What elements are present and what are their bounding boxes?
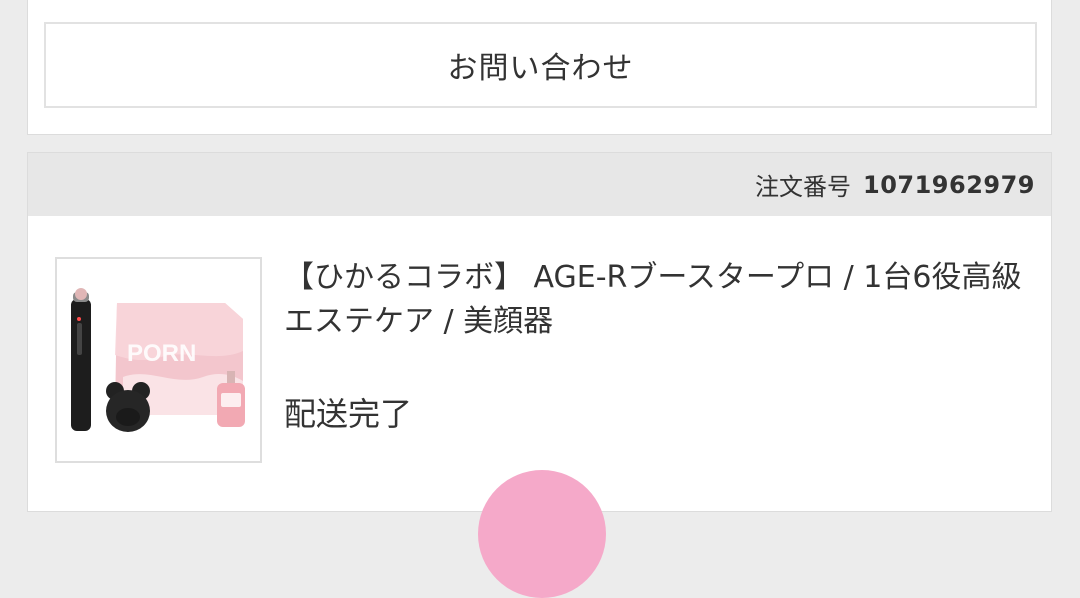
order-card: 注文番号 1071962979 PORN 【ひかるコラボ】 AGE-Rブースター… [27,152,1052,512]
product-thumbnail[interactable]: PORN [55,257,262,463]
box-logo-text: PORN [127,340,196,367]
product-image: PORN [57,259,260,461]
floating-action-button[interactable] [478,470,606,598]
order-header: 注文番号 1071962979 [28,153,1051,216]
inquiry-card: お問い合わせ [27,0,1052,135]
order-status: 配送完了 [284,395,413,433]
inquiry-button[interactable]: お問い合わせ [44,22,1037,108]
product-title[interactable]: 【ひかるコラボ】 AGE-Rブースタープロ / 1台6役高級エステケア / 美顔… [284,256,1024,344]
order-number-label: 注文番号 [755,173,851,201]
order-number-value: 1071962979 [863,170,1035,199]
inquiry-button-label: お問い合わせ [447,51,634,86]
